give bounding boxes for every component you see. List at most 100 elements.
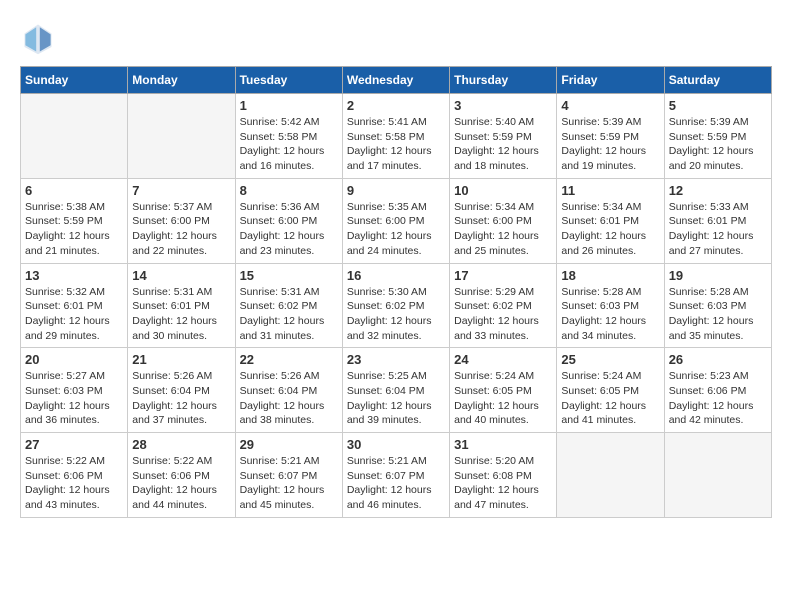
calendar-cell: 18Sunrise: 5:28 AMSunset: 6:03 PMDayligh…	[557, 263, 664, 348]
day-info: Sunrise: 5:31 AMSunset: 6:02 PMDaylight:…	[240, 285, 338, 344]
day-number: 26	[669, 352, 767, 367]
day-info: Sunrise: 5:23 AMSunset: 6:06 PMDaylight:…	[669, 369, 767, 428]
day-number: 14	[132, 268, 230, 283]
day-number: 5	[669, 98, 767, 113]
calendar-cell: 27 Sunrise: 5:22 AMSunset: 6:06 PMDayligh…	[21, 433, 128, 518]
calendar-cell: 6 Sunrise: 5:38 AMSunset: 5:59 PMDaylight…	[21, 178, 128, 263]
logo-icon	[20, 20, 56, 56]
day-info: Sunrise: 5:22 AMSunset: 6:06 PMDaylight:…	[25, 454, 123, 513]
day-number: 16	[347, 268, 445, 283]
day-number: 6	[25, 183, 123, 198]
weekday-header-wednesday: Wednesday	[342, 67, 449, 94]
calendar-cell: 22 Sunrise: 5:26 AMSunset: 6:04 PMDayligh…	[235, 348, 342, 433]
day-number: 28	[132, 437, 230, 452]
logo	[20, 20, 60, 56]
calendar-table: SundayMondayTuesdayWednesdayThursdayFrid…	[20, 66, 772, 518]
day-info: Sunrise: 5:36 AMSunset: 6:00 PMDaylight:…	[240, 200, 338, 259]
day-number: 10	[454, 183, 552, 198]
day-info: Sunrise: 5:35 AMSunset: 6:00 PMDaylight:…	[347, 200, 445, 259]
day-info: Sunrise: 5:34 AMSunset: 6:01 PMDaylight:…	[561, 200, 659, 259]
day-info: Sunrise: 5:34 AMSunset: 6:00 PMDaylight:…	[454, 200, 552, 259]
calendar-cell: 5 Sunrise: 5:39 AMSunset: 5:59 PMDaylight…	[664, 94, 771, 179]
day-number: 19	[669, 268, 767, 283]
day-info: Sunrise: 5:27 AMSunset: 6:03 PMDaylight:…	[25, 369, 123, 428]
calendar-cell	[128, 94, 235, 179]
calendar-cell: 10 Sunrise: 5:34 AMSunset: 6:00 PMDayligh…	[450, 178, 557, 263]
day-info: Sunrise: 5:33 AMSunset: 6:01 PMDaylight:…	[669, 200, 767, 259]
calendar-cell	[664, 433, 771, 518]
calendar-cell: 15 Sunrise: 5:31 AMSunset: 6:02 PMDayligh…	[235, 263, 342, 348]
day-info: Sunrise: 5:29 AMSunset: 6:02 PMDaylight:…	[454, 285, 552, 344]
day-number: 12	[669, 183, 767, 198]
day-number: 4	[561, 98, 659, 113]
weekday-header-sunday: Sunday	[21, 67, 128, 94]
day-info: Sunrise: 5:30 AMSunset: 6:02 PMDaylight:…	[347, 285, 445, 344]
day-number: 24	[454, 352, 552, 367]
calendar-cell: 2Sunrise: 5:41 AMSunset: 5:58 PMDaylight…	[342, 94, 449, 179]
day-number: 15	[240, 268, 338, 283]
day-number: 23	[347, 352, 445, 367]
weekday-header-thursday: Thursday	[450, 67, 557, 94]
day-info: Sunrise: 5:25 AMSunset: 6:04 PMDaylight:…	[347, 369, 445, 428]
day-info: Sunrise: 5:21 AMSunset: 6:07 PMDaylight:…	[347, 454, 445, 513]
calendar-cell: 9 Sunrise: 5:35 AMSunset: 6:00 PMDaylight…	[342, 178, 449, 263]
day-info: Sunrise: 5:20 AMSunset: 6:08 PMDaylight:…	[454, 454, 552, 513]
weekday-header-monday: Monday	[128, 67, 235, 94]
calendar-cell: 26 Sunrise: 5:23 AMSunset: 6:06 PMDayligh…	[664, 348, 771, 433]
calendar-cell: 31 Sunrise: 5:20 AMSunset: 6:08 PMDayligh…	[450, 433, 557, 518]
day-info: Sunrise: 5:38 AMSunset: 5:59 PMDaylight:…	[25, 200, 123, 259]
calendar-cell: 8Sunrise: 5:36 AMSunset: 6:00 PMDaylight…	[235, 178, 342, 263]
day-info: Sunrise: 5:22 AMSunset: 6:06 PMDaylight:…	[132, 454, 230, 513]
calendar-cell: 11 Sunrise: 5:34 AMSunset: 6:01 PMDayligh…	[557, 178, 664, 263]
day-info: Sunrise: 5:32 AMSunset: 6:01 PMDaylight:…	[25, 285, 123, 344]
day-info: Sunrise: 5:39 AMSunset: 5:59 PMDaylight:…	[561, 115, 659, 174]
weekday-header-friday: Friday	[557, 67, 664, 94]
day-info: Sunrise: 5:31 AMSunset: 6:01 PMDaylight:…	[132, 285, 230, 344]
day-number: 21	[132, 352, 230, 367]
calendar-week-4: 20 Sunrise: 5:27 AMSunset: 6:03 PMDayligh…	[21, 348, 772, 433]
calendar-cell: 28 Sunrise: 5:22 AMSunset: 6:06 PMDayligh…	[128, 433, 235, 518]
day-number: 3	[454, 98, 552, 113]
calendar-cell: 30 Sunrise: 5:21 AMSunset: 6:07 PMDayligh…	[342, 433, 449, 518]
day-number: 27	[25, 437, 123, 452]
calendar-cell: 7 Sunrise: 5:37 AMSunset: 6:00 PMDaylight…	[128, 178, 235, 263]
calendar-week-3: 13 Sunrise: 5:32 AMSunset: 6:01 PMDayligh…	[21, 263, 772, 348]
day-number: 13	[25, 268, 123, 283]
day-info: Sunrise: 5:40 AMSunset: 5:59 PMDaylight:…	[454, 115, 552, 174]
day-info: Sunrise: 5:39 AMSunset: 5:59 PMDaylight:…	[669, 115, 767, 174]
calendar-cell: 21 Sunrise: 5:26 AMSunset: 6:04 PMDayligh…	[128, 348, 235, 433]
calendar-cell	[557, 433, 664, 518]
calendar-cell: 16 Sunrise: 5:30 AMSunset: 6:02 PMDayligh…	[342, 263, 449, 348]
day-number: 22	[240, 352, 338, 367]
day-number: 20	[25, 352, 123, 367]
calendar-cell: 3 Sunrise: 5:40 AMSunset: 5:59 PMDaylight…	[450, 94, 557, 179]
calendar-week-2: 6 Sunrise: 5:38 AMSunset: 5:59 PMDaylight…	[21, 178, 772, 263]
weekday-header-tuesday: Tuesday	[235, 67, 342, 94]
calendar-cell	[21, 94, 128, 179]
day-number: 31	[454, 437, 552, 452]
day-info: Sunrise: 5:41 AMSunset: 5:58 PMDaylight:…	[347, 115, 445, 174]
day-info: Sunrise: 5:21 AMSunset: 6:07 PMDaylight:…	[240, 454, 338, 513]
weekday-header-row: SundayMondayTuesdayWednesdayThursdayFrid…	[21, 67, 772, 94]
day-number: 7	[132, 183, 230, 198]
calendar-cell: 1Sunrise: 5:42 AMSunset: 5:58 PMDaylight…	[235, 94, 342, 179]
calendar-cell: 23 Sunrise: 5:25 AMSunset: 6:04 PMDayligh…	[342, 348, 449, 433]
day-number: 25	[561, 352, 659, 367]
day-number: 18	[561, 268, 659, 283]
day-number: 30	[347, 437, 445, 452]
day-info: Sunrise: 5:24 AMSunset: 6:05 PMDaylight:…	[454, 369, 552, 428]
calendar-cell: 19 Sunrise: 5:28 AMSunset: 6:03 PMDayligh…	[664, 263, 771, 348]
calendar-cell: 20 Sunrise: 5:27 AMSunset: 6:03 PMDayligh…	[21, 348, 128, 433]
day-info: Sunrise: 5:28 AMSunset: 6:03 PMDaylight:…	[669, 285, 767, 344]
day-info: Sunrise: 5:24 AMSunset: 6:05 PMDaylight:…	[561, 369, 659, 428]
day-info: Sunrise: 5:26 AMSunset: 6:04 PMDaylight:…	[240, 369, 338, 428]
day-number: 9	[347, 183, 445, 198]
calendar-cell: 29Sunrise: 5:21 AMSunset: 6:07 PMDayligh…	[235, 433, 342, 518]
calendar-cell: 17 Sunrise: 5:29 AMSunset: 6:02 PMDayligh…	[450, 263, 557, 348]
day-info: Sunrise: 5:26 AMSunset: 6:04 PMDaylight:…	[132, 369, 230, 428]
calendar-week-5: 27 Sunrise: 5:22 AMSunset: 6:06 PMDayligh…	[21, 433, 772, 518]
day-number: 17	[454, 268, 552, 283]
weekday-header-saturday: Saturday	[664, 67, 771, 94]
day-info: Sunrise: 5:37 AMSunset: 6:00 PMDaylight:…	[132, 200, 230, 259]
day-number: 11	[561, 183, 659, 198]
